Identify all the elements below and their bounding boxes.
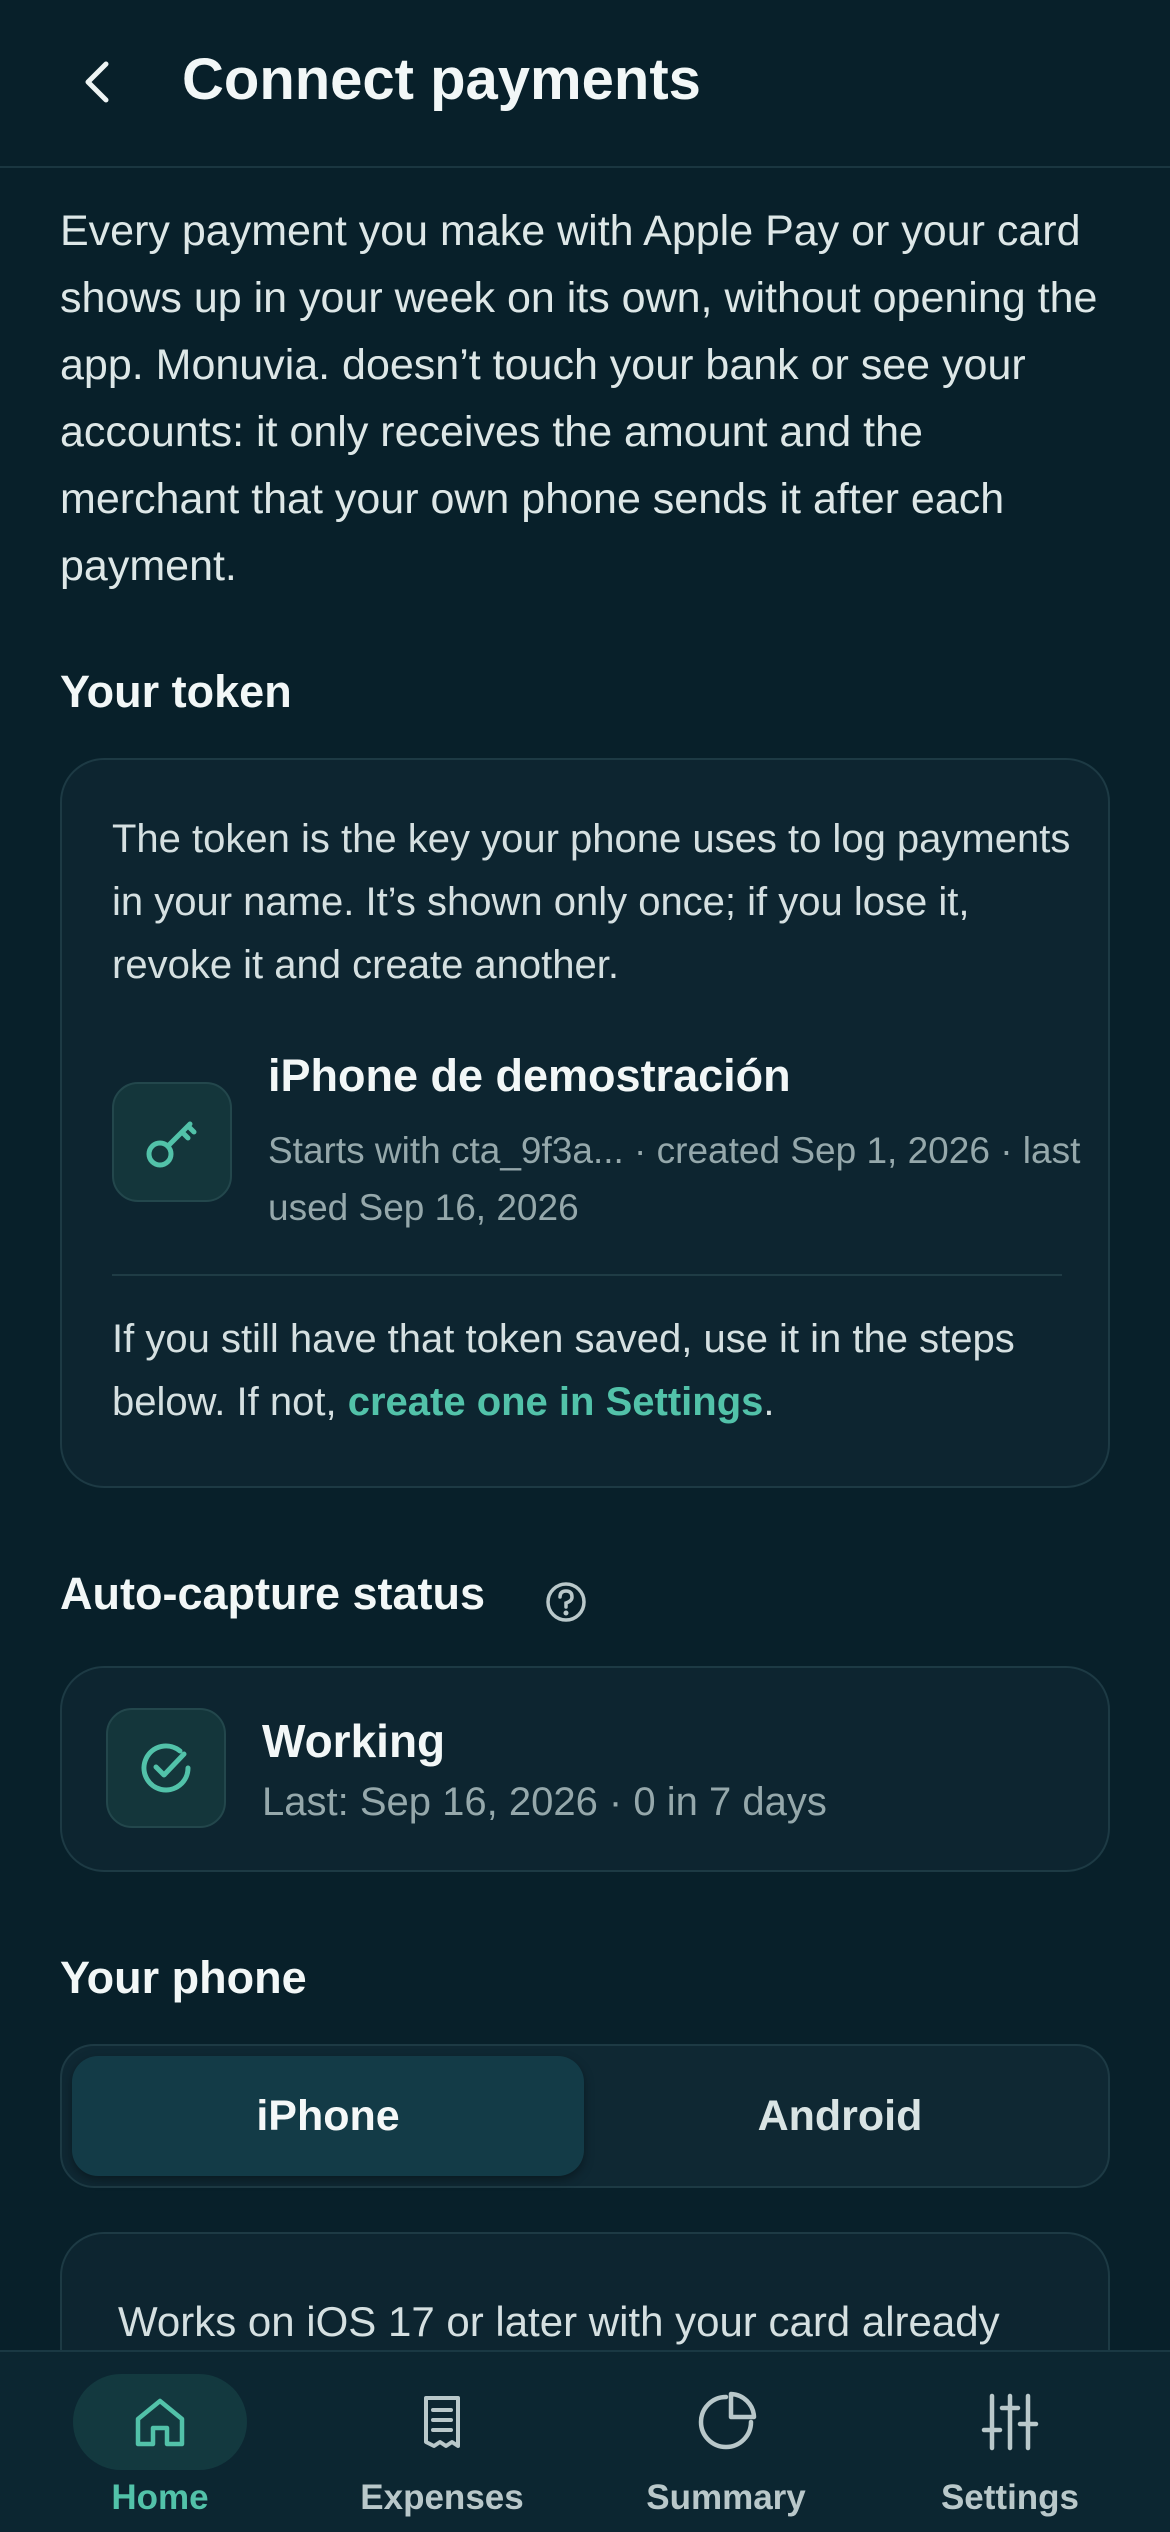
help-button[interactable] <box>544 1580 588 1624</box>
tab-home[interactable]: Home <box>14 2352 306 2532</box>
token-device-meta: Starts with cta_9f3a... · created Sep 1,… <box>268 1130 1081 1228</box>
status-label: Working <box>262 1715 446 1767</box>
tab-settings-pill <box>923 2374 1097 2470</box>
segment-iphone[interactable]: iPhone <box>72 2056 584 2176</box>
page-title: Connect payments <box>182 47 701 112</box>
status-icon-tile <box>106 1708 226 1828</box>
chevron-left-icon <box>85 61 109 103</box>
home-icon <box>135 2398 185 2447</box>
tab-expenses[interactable]: Expenses <box>296 2352 588 2532</box>
token-section-title: Your token <box>60 666 292 717</box>
divider <box>112 1274 1062 1276</box>
key-icon-tile <box>112 1082 232 1202</box>
create-token-link[interactable]: create one in Settings <box>348 1380 764 1424</box>
key-icon <box>146 1121 197 1168</box>
pie-chart-icon <box>698 2391 757 2450</box>
tab-settings[interactable]: Settings <box>864 2352 1156 2532</box>
status-meta: Last: Sep 16, 2026 · 0 in 7 days <box>262 1780 827 1824</box>
sliders-icon <box>981 2393 1039 2451</box>
bottom-navigation: Home Expenses Summary Settings <box>0 2350 1170 2532</box>
status-card: Working Last: Sep 16, 2026 · 0 in 7 days <box>60 1666 1110 1872</box>
token-footer-text: If you still have that token saved, use … <box>112 1308 1072 1434</box>
intro-text: Every payment you make with Apple Pay or… <box>60 207 1098 590</box>
tab-summary-pill <box>639 2374 813 2470</box>
receipt-icon <box>424 2396 460 2448</box>
back-button[interactable] <box>60 44 136 120</box>
status-section-title: Auto-capture status <box>60 1568 486 1619</box>
phone-platform-toggle: iPhone Android <box>60 2044 1110 2188</box>
top-app-bar: Connect payments <box>0 0 1170 168</box>
tab-expenses-label: Expenses <box>360 2478 524 2517</box>
tab-expenses-pill <box>355 2374 529 2470</box>
tab-home-pill <box>73 2374 247 2470</box>
tab-home-label: Home <box>111 2478 209 2517</box>
question-circle-icon <box>546 1582 586 1622</box>
tab-summary[interactable]: Summary <box>580 2352 872 2532</box>
ios-requirements-text: Works on iOS 17 or later with your card … <box>118 2298 1000 2345</box>
tab-settings-label: Settings <box>940 2478 1080 2517</box>
segment-android[interactable]: Android <box>584 2056 1096 2176</box>
token-footer-end: . <box>763 1380 775 1424</box>
tab-summary-label: Summary <box>646 2478 806 2517</box>
check-circle-icon <box>141 1743 191 1793</box>
token-description: The token is the key your phone uses to … <box>112 817 1071 987</box>
token-device-name: iPhone de demostración <box>268 1050 791 1101</box>
phone-section-title: Your phone <box>60 1952 307 2003</box>
token-card: The token is the key your phone uses to … <box>60 758 1110 1488</box>
